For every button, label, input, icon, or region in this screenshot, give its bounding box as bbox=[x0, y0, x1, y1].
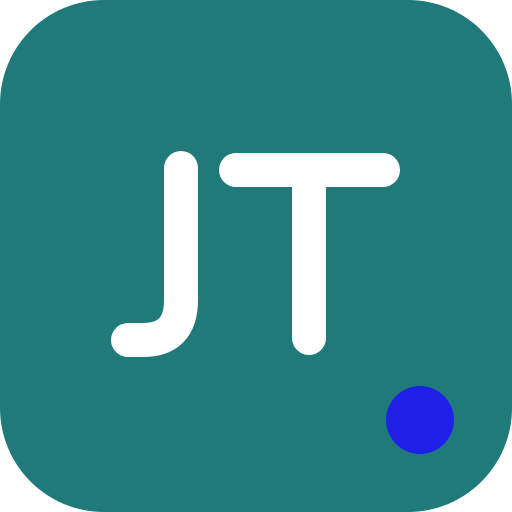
letter-j-glyph bbox=[111, 151, 198, 357]
status-dot bbox=[386, 386, 454, 454]
logo-tile bbox=[0, 0, 512, 512]
app-icon: JT bbox=[0, 0, 512, 512]
